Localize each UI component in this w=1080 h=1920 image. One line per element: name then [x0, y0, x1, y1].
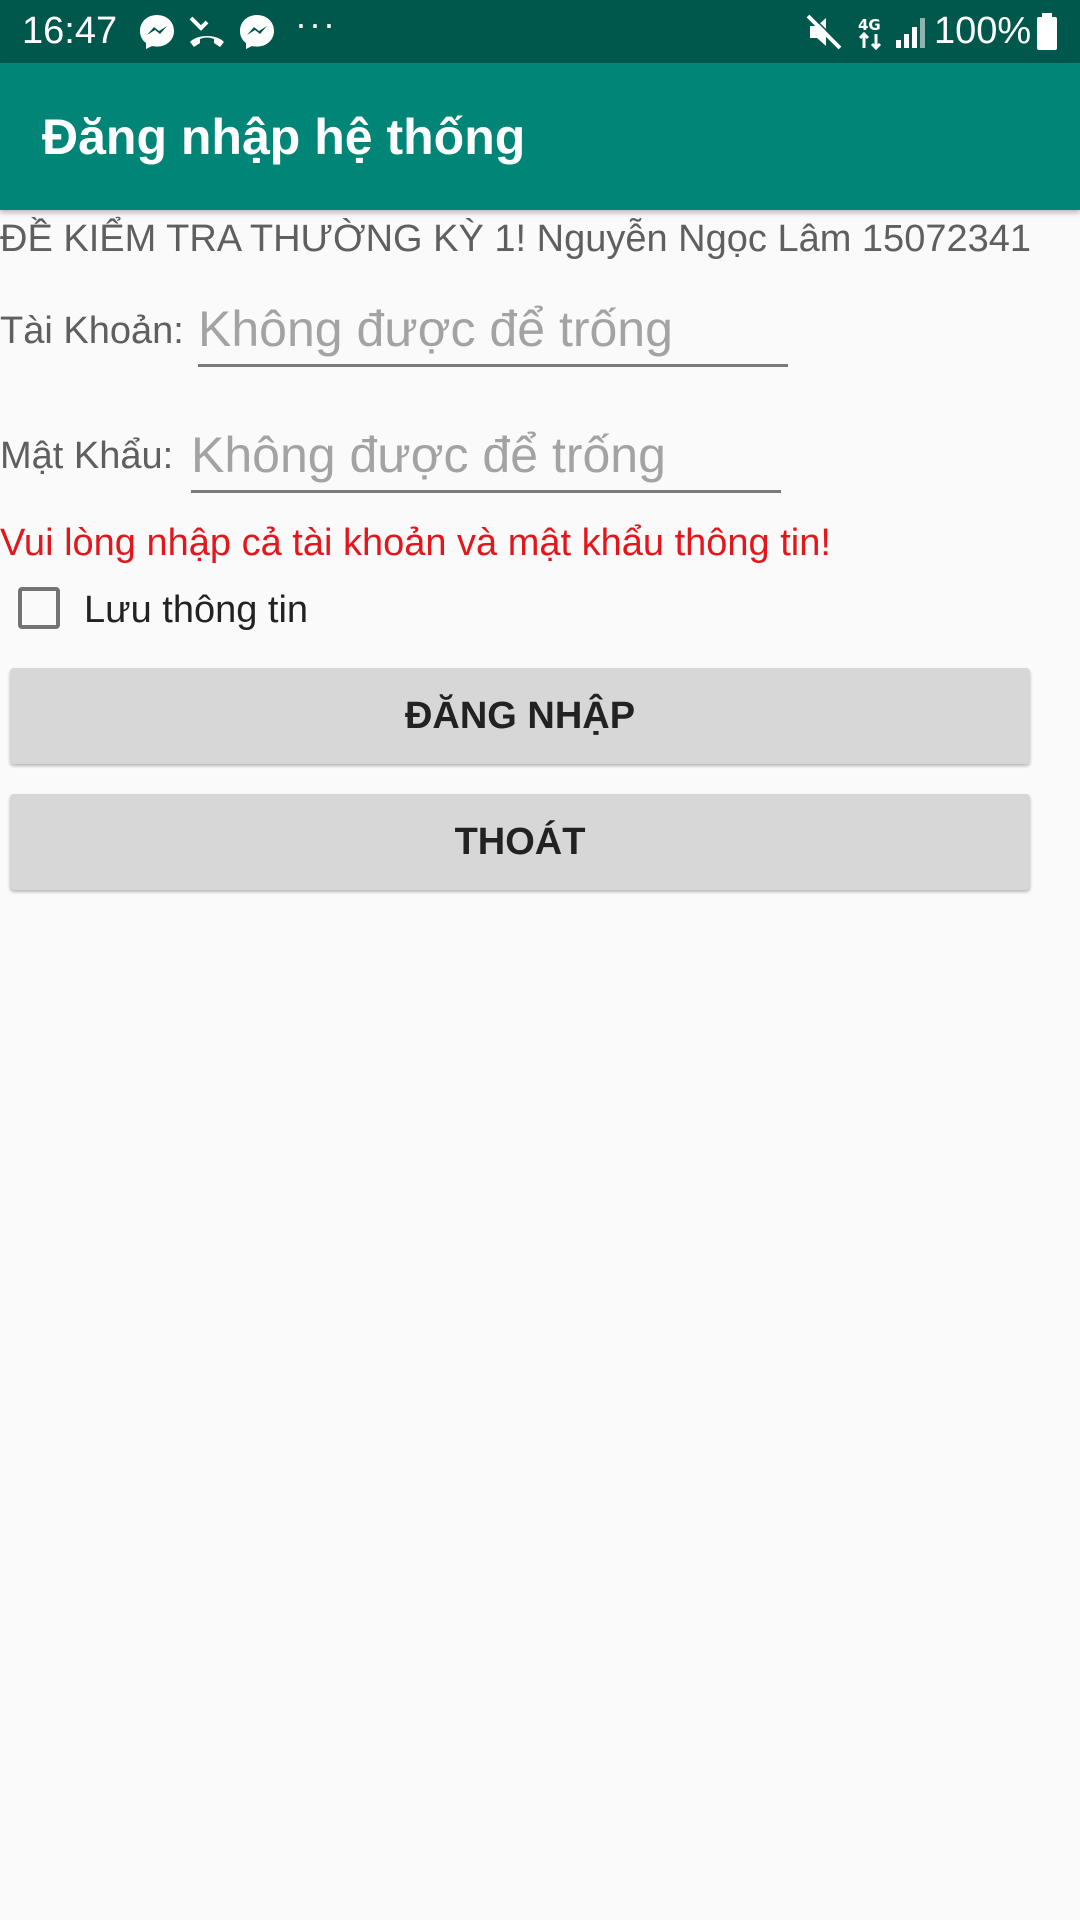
status-time: 16:47 [22, 10, 118, 52]
exam-title: ĐỀ KIỂM TRA THƯỜNG KỲ 1! Nguyễn Ngọc Lâm… [0, 218, 1031, 260]
app-title: Đăng nhập hệ thống [42, 109, 526, 165]
error-message: Vui lòng nhập cả tài khoản và mật khẩu t… [0, 522, 831, 564]
4g-data-icon: 4G [852, 12, 892, 52]
more-notifications-icon: ··· [295, 3, 337, 44]
login-button[interactable]: ĐĂNG NHẬP [10, 668, 1030, 764]
status-bar: 16:47 ··· 4G 100% [0, 0, 1080, 63]
remember-label[interactable]: Lưu thông tin [84, 585, 308, 635]
svg-text:4G: 4G [858, 16, 881, 34]
account-label: Tài Khoản: [0, 310, 184, 352]
signal-icon [892, 12, 932, 52]
app-bar: Đăng nhập hệ thống [0, 63, 1080, 210]
battery-icon [1034, 12, 1060, 52]
password-label: Mật Khẩu: [0, 435, 174, 477]
exit-button[interactable]: THOÁT [10, 794, 1030, 890]
remember-checkbox[interactable] [18, 587, 60, 629]
password-input[interactable] [191, 420, 781, 493]
mute-icon [804, 12, 844, 52]
battery-percentage: 100% [934, 10, 1032, 52]
messenger-icon [237, 12, 277, 52]
missed-call-icon [187, 12, 227, 52]
account-input[interactable] [198, 294, 788, 367]
messenger-icon [137, 12, 177, 52]
remember-checkbox-row[interactable]: Lưu thông tin [18, 585, 358, 639]
